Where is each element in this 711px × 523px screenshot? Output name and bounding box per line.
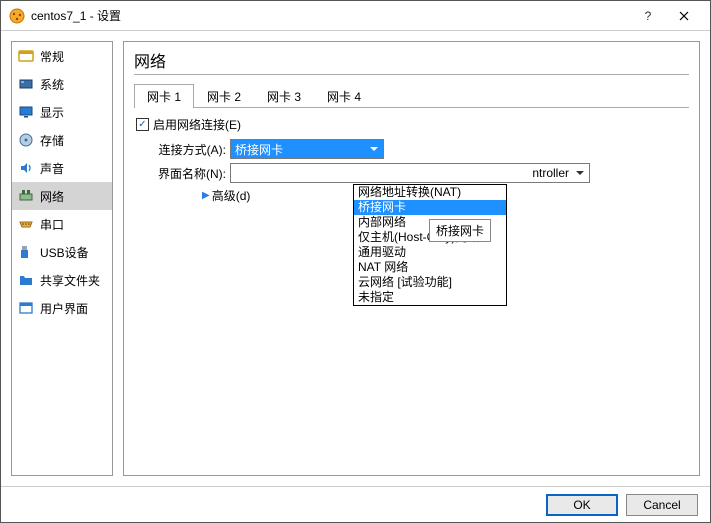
sidebar-item-usb[interactable]: USB设备 [12,238,112,266]
enable-network-checkbox[interactable]: ✓ 启用网络连接(E) [134,116,689,133]
interface-icon [18,300,34,316]
tab-nic1[interactable]: 网卡 1 [134,84,194,108]
help-button[interactable]: ? [630,2,666,30]
sidebar-item-general[interactable]: 常规 [12,42,112,70]
option-nat[interactable]: 网络地址转换(NAT) [354,185,506,200]
chevron-down-icon [573,166,587,180]
sidebar-item-interface[interactable]: 用户界面 [12,294,112,322]
usb-icon [18,244,34,260]
divider [134,74,689,75]
tooltip: 桥接网卡 [429,219,491,242]
checkbox-icon: ✓ [136,118,149,131]
option-generic[interactable]: 通用驱动 [354,245,506,260]
close-icon [679,11,689,21]
connect-mode-dropdown[interactable]: 桥接网卡 [230,139,384,159]
sidebar-item-label: 常规 [40,48,64,65]
sidebar-item-label: 串口 [40,216,64,233]
triangle-right-icon: ▶ [202,190,210,201]
sidebar-item-label: USB设备 [40,244,89,261]
content-panel: 网络 网卡 1 网卡 2 网卡 3 网卡 4 ✓ 启用网络连接(E) 连接方式(… [123,41,700,476]
connect-mode-options: 网络地址转换(NAT) 桥接网卡 内部网络 仅主机(Host-Only)网络 通… [353,184,507,306]
advanced-label: 高级(d) [212,187,251,204]
sidebar-item-label: 存储 [40,132,64,149]
sidebar-item-serial[interactable]: 串口 [12,210,112,238]
serial-icon [18,216,34,232]
chevron-down-icon [367,142,381,156]
dialog-footer: OK Cancel [1,486,710,522]
nic-tabs: 网卡 1 网卡 2 网卡 3 网卡 4 [134,83,689,108]
tab-nic3[interactable]: 网卡 3 [254,84,314,108]
settings-sidebar: 常规 系统 显示 存储 声音 网络 串口 USB设备 [11,41,113,476]
page-title: 网络 [134,48,689,72]
ok-button[interactable]: OK [546,494,618,516]
interface-name-label: 界面名称(N): [134,165,230,182]
option-unset[interactable]: 未指定 [354,290,506,305]
option-bridged[interactable]: 桥接网卡 [354,200,506,215]
sidebar-item-label: 用户界面 [40,300,88,317]
folder-icon [18,272,34,288]
interface-name-value: ntroller [532,166,569,180]
sidebar-item-shared[interactable]: 共享文件夹 [12,266,112,294]
sidebar-item-label: 声音 [40,160,64,177]
sidebar-item-storage[interactable]: 存储 [12,126,112,154]
option-cloud[interactable]: 云网络 [试验功能] [354,275,506,290]
connect-mode-value: 桥接网卡 [235,141,283,158]
sidebar-item-network[interactable]: 网络 [12,182,112,210]
close-button[interactable] [666,2,702,30]
network-icon [18,188,34,204]
sidebar-item-audio[interactable]: 声音 [12,154,112,182]
audio-icon [18,160,34,176]
interface-name-dropdown[interactable]: x ntroller [230,163,590,183]
enable-network-label: 启用网络连接(E) [153,116,241,133]
sidebar-item-display[interactable]: 显示 [12,98,112,126]
option-natnetwork[interactable]: NAT 网络 [354,260,506,275]
sidebar-item-system[interactable]: 系统 [12,70,112,98]
sidebar-item-label: 共享文件夹 [40,272,100,289]
sidebar-item-label: 网络 [40,188,64,205]
sidebar-item-label: 显示 [40,104,64,121]
system-icon [18,76,34,92]
app-icon [9,8,25,24]
connect-mode-label: 连接方式(A): [134,141,230,158]
display-icon [18,104,34,120]
storage-icon [18,132,34,148]
sidebar-item-label: 系统 [40,76,64,93]
titlebar: centos7_1 - 设置 ? [1,1,710,31]
cancel-button[interactable]: Cancel [626,494,698,516]
tab-nic2[interactable]: 网卡 2 [194,84,254,108]
tab-nic4[interactable]: 网卡 4 [314,84,374,108]
window-title: centos7_1 - 设置 [31,7,630,24]
general-icon [18,48,34,64]
